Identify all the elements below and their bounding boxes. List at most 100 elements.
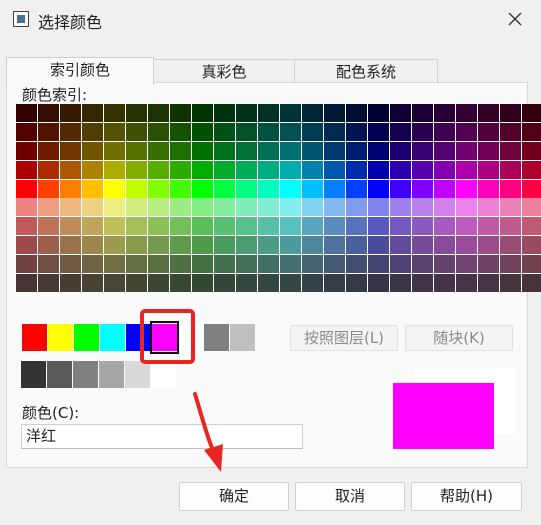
palette-swatch[interactable] xyxy=(16,255,37,273)
palette-swatch[interactable] xyxy=(60,274,81,292)
palette-swatch[interactable] xyxy=(38,161,59,179)
palette-swatch[interactable] xyxy=(324,255,345,273)
palette-swatch[interactable] xyxy=(126,161,147,179)
palette-swatch[interactable] xyxy=(500,255,521,273)
palette-swatch[interactable] xyxy=(126,255,147,273)
palette-swatch[interactable] xyxy=(324,236,345,254)
palette-swatch[interactable] xyxy=(38,142,59,160)
palette-swatch[interactable] xyxy=(280,142,301,160)
palette-swatch[interactable] xyxy=(60,104,81,122)
palette-swatch[interactable] xyxy=(280,104,301,122)
palette-swatch[interactable] xyxy=(82,104,103,122)
palette-swatch[interactable] xyxy=(258,236,279,254)
palette-swatch[interactable] xyxy=(170,198,191,216)
palette-swatch[interactable] xyxy=(38,123,59,141)
palette-swatch[interactable] xyxy=(280,161,301,179)
palette-swatch[interactable] xyxy=(346,142,367,160)
palette-swatch[interactable] xyxy=(82,198,103,216)
palette-swatch[interactable] xyxy=(236,198,257,216)
palette-swatch[interactable] xyxy=(214,274,235,292)
color-swatch[interactable] xyxy=(73,361,98,388)
palette-swatch[interactable] xyxy=(368,217,389,235)
palette-swatch[interactable] xyxy=(522,274,541,292)
palette-swatch[interactable] xyxy=(302,236,323,254)
palette-swatch[interactable] xyxy=(16,274,37,292)
palette-swatch[interactable] xyxy=(522,236,541,254)
palette-swatch[interactable] xyxy=(390,123,411,141)
palette-swatch[interactable] xyxy=(38,255,59,273)
palette-swatch[interactable] xyxy=(434,255,455,273)
palette-swatch[interactable] xyxy=(258,198,279,216)
palette-swatch[interactable] xyxy=(456,198,477,216)
palette-swatch[interactable] xyxy=(192,123,213,141)
palette-swatch[interactable] xyxy=(214,142,235,160)
palette-swatch[interactable] xyxy=(236,123,257,141)
palette-swatch[interactable] xyxy=(258,123,279,141)
palette-swatch[interactable] xyxy=(500,198,521,216)
palette-swatch[interactable] xyxy=(60,236,81,254)
palette-swatch[interactable] xyxy=(456,161,477,179)
palette-swatch[interactable] xyxy=(214,180,235,198)
tab-index-color[interactable]: 索引颜色 xyxy=(6,57,154,85)
palette-swatch[interactable] xyxy=(522,123,541,141)
palette-swatch[interactable] xyxy=(280,180,301,198)
palette-swatch[interactable] xyxy=(214,161,235,179)
palette-swatch[interactable] xyxy=(236,161,257,179)
palette-swatch[interactable] xyxy=(104,274,125,292)
palette-swatch[interactable] xyxy=(390,161,411,179)
palette-swatch[interactable] xyxy=(434,180,455,198)
palette-swatch[interactable] xyxy=(390,180,411,198)
palette-swatch[interactable] xyxy=(478,104,499,122)
palette-swatch[interactable] xyxy=(38,180,59,198)
palette-swatch[interactable] xyxy=(258,142,279,160)
palette-swatch[interactable] xyxy=(390,142,411,160)
color-swatch[interactable] xyxy=(74,324,99,351)
palette-swatch[interactable] xyxy=(148,161,169,179)
palette-swatch[interactable] xyxy=(434,236,455,254)
palette-swatch[interactable] xyxy=(104,236,125,254)
palette-swatch[interactable] xyxy=(302,217,323,235)
palette-swatch[interactable] xyxy=(478,123,499,141)
palette-swatch[interactable] xyxy=(456,180,477,198)
palette-swatch[interactable] xyxy=(434,217,455,235)
palette-swatch[interactable] xyxy=(38,217,59,235)
palette-swatch[interactable] xyxy=(346,198,367,216)
palette-swatch[interactable] xyxy=(214,236,235,254)
palette-swatch[interactable] xyxy=(192,104,213,122)
tab-color-books[interactable]: 配色系统 xyxy=(294,59,438,84)
palette-swatch[interactable] xyxy=(126,123,147,141)
palette-swatch[interactable] xyxy=(412,142,433,160)
palette-swatch[interactable] xyxy=(368,123,389,141)
palette-swatch[interactable] xyxy=(390,198,411,216)
palette-swatch[interactable] xyxy=(346,255,367,273)
palette-swatch[interactable] xyxy=(434,161,455,179)
palette-swatch[interactable] xyxy=(280,236,301,254)
palette-swatch[interactable] xyxy=(302,104,323,122)
palette-swatch[interactable] xyxy=(324,123,345,141)
close-button[interactable] xyxy=(500,6,530,32)
palette-swatch[interactable] xyxy=(170,274,191,292)
palette-swatch[interactable] xyxy=(236,236,257,254)
palette-swatch[interactable] xyxy=(478,255,499,273)
palette-swatch[interactable] xyxy=(280,123,301,141)
palette-swatch[interactable] xyxy=(456,123,477,141)
color-swatch[interactable] xyxy=(21,361,46,388)
palette-swatch[interactable] xyxy=(368,142,389,160)
palette-swatch[interactable] xyxy=(412,104,433,122)
palette-swatch[interactable] xyxy=(104,255,125,273)
palette-swatch[interactable] xyxy=(192,142,213,160)
palette-swatch[interactable] xyxy=(500,217,521,235)
palette-swatch[interactable] xyxy=(148,255,169,273)
palette-swatch[interactable] xyxy=(148,180,169,198)
palette-swatch[interactable] xyxy=(258,274,279,292)
palette-swatch[interactable] xyxy=(412,180,433,198)
palette-swatch[interactable] xyxy=(82,255,103,273)
palette-swatch[interactable] xyxy=(104,123,125,141)
palette-swatch[interactable] xyxy=(60,255,81,273)
palette-swatch[interactable] xyxy=(280,198,301,216)
palette-swatch[interactable] xyxy=(500,104,521,122)
palette-swatch[interactable] xyxy=(324,104,345,122)
palette-swatch[interactable] xyxy=(236,217,257,235)
palette-swatch[interactable] xyxy=(60,198,81,216)
help-button[interactable]: 帮助(H) xyxy=(411,482,522,511)
